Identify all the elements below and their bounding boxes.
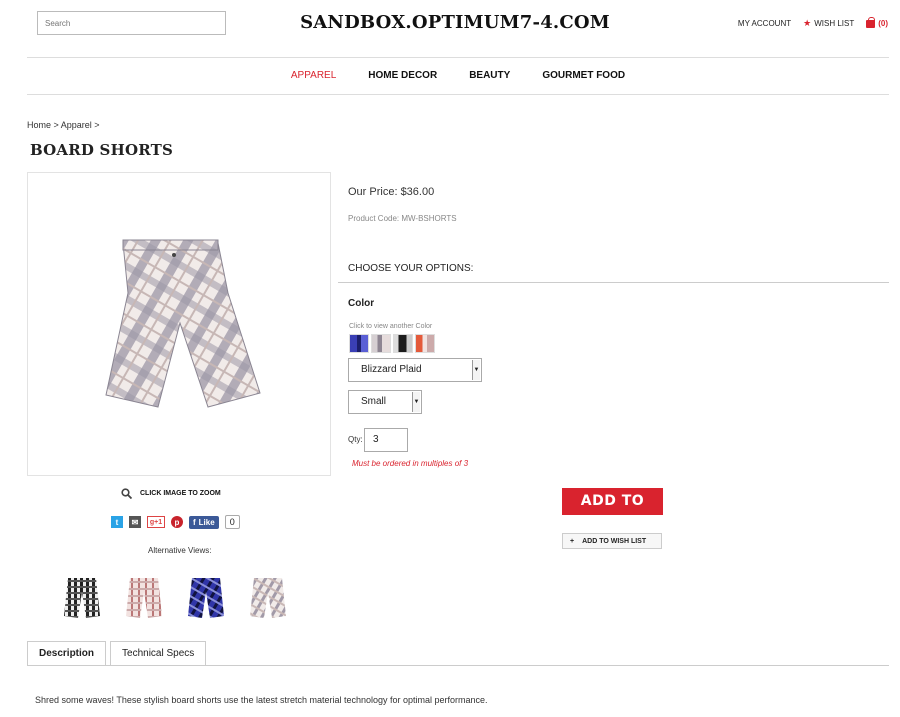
tabs-divider xyxy=(27,665,889,666)
options-divider xyxy=(338,282,889,283)
thumbnail-grey-plaid[interactable] xyxy=(248,574,288,620)
add-to-wishlist-button[interactable]: + ADD TO WISH LIST xyxy=(562,533,662,549)
share-bar: t ✉ g+1 p f Like 0 xyxy=(111,515,240,529)
product-price: Our Price: $36.00 xyxy=(348,186,435,198)
qty-note: Must be ordered in multiples of 3 xyxy=(352,459,469,468)
thumbnail-black-plaid[interactable] xyxy=(62,574,102,620)
main-nav: APPAREL HOME DECOR BEAUTY GOURMET FOOD xyxy=(27,70,889,81)
twitter-icon[interactable]: t xyxy=(111,516,123,528)
pinterest-icon[interactable]: p xyxy=(171,516,183,528)
wish-list-link[interactable]: ★ WISH LIST xyxy=(803,18,854,29)
alternative-views xyxy=(62,574,288,620)
plus-icon: + xyxy=(570,537,575,545)
board-shorts-image xyxy=(105,239,261,408)
nav-item-gourmet-food[interactable]: GOURMET FOOD xyxy=(542,70,625,81)
qty-label: Qty: xyxy=(348,435,363,444)
swatch-grey[interactable] xyxy=(371,334,391,353)
swatch-blue[interactable] xyxy=(349,334,369,353)
add-to-bag-button[interactable]: ADD TO BAG xyxy=(562,488,663,536)
color-label: Color xyxy=(348,298,375,309)
zoom-control[interactable]: CLICK IMAGE TO ZOOM xyxy=(121,488,221,499)
color-select-value: Blizzard Plaid xyxy=(361,364,422,375)
nav-item-apparel[interactable]: APPAREL xyxy=(291,70,336,81)
color-hint: Click to view another Color xyxy=(349,323,433,330)
facebook-like-button[interactable]: f Like xyxy=(189,515,219,529)
tab-technical-specs[interactable]: Technical Specs xyxy=(110,641,207,666)
my-account-link[interactable]: MY ACCOUNT xyxy=(738,19,791,28)
cart-count: (0) xyxy=(878,19,888,28)
product-image[interactable] xyxy=(27,172,331,476)
add-to-wishlist-label: ADD TO WISH LIST xyxy=(582,537,647,545)
color-swatches xyxy=(349,334,435,353)
thumbnail-pink-plaid[interactable] xyxy=(124,574,164,620)
star-icon: ★ xyxy=(803,18,812,28)
like-count: 0 xyxy=(224,515,240,529)
tab-description[interactable]: Description xyxy=(27,641,107,666)
google-plus-icon[interactable]: g+1 xyxy=(147,516,165,528)
header-divider xyxy=(27,57,889,58)
nav-item-beauty[interactable]: BEAUTY xyxy=(469,70,510,81)
search-input[interactable] xyxy=(37,11,226,35)
qty-input[interactable]: 3 xyxy=(364,428,408,452)
nav-item-home-decor[interactable]: HOME DECOR xyxy=(368,70,437,81)
chevron-down-icon: ▼ xyxy=(412,392,420,412)
chevron-down-icon: ▼ xyxy=(472,360,480,380)
swatch-pink[interactable] xyxy=(415,334,435,353)
cart-link[interactable]: (0) xyxy=(866,16,888,28)
zoom-label: CLICK IMAGE TO ZOOM xyxy=(140,490,221,497)
breadcrumb[interactable]: Home > Apparel > xyxy=(27,120,100,130)
magnifier-icon xyxy=(121,488,132,499)
nav-divider xyxy=(27,94,889,95)
facebook-icon: f xyxy=(193,517,196,527)
size-select[interactable]: Small ▼ xyxy=(348,390,422,414)
wish-list-label: WISH LIST xyxy=(814,19,855,28)
alternative-views-label: Alternative Views: xyxy=(148,546,212,555)
facebook-like-label: Like xyxy=(198,517,215,527)
swatch-black[interactable] xyxy=(393,334,413,353)
options-heading: CHOOSE YOUR OPTIONS: xyxy=(348,263,474,274)
color-select[interactable]: Blizzard Plaid ▼ xyxy=(348,358,482,382)
size-select-value: Small xyxy=(361,396,387,407)
product-tabs: Description Technical Specs xyxy=(27,641,207,666)
thumbnail-blue-plaid[interactable] xyxy=(186,574,226,620)
shopping-bag-icon xyxy=(866,16,876,28)
page-title: BOARD SHORTS xyxy=(30,141,174,159)
site-title[interactable]: SANDBOX.OPTIMUM7-4.COM xyxy=(300,12,610,33)
product-description: Shred some waves! These stylish board sh… xyxy=(35,695,488,705)
email-icon[interactable]: ✉ xyxy=(129,516,141,528)
product-code: Product Code: MW-BSHORTS xyxy=(348,214,457,223)
top-links: MY ACCOUNT ★ WISH LIST (0) xyxy=(738,16,888,29)
